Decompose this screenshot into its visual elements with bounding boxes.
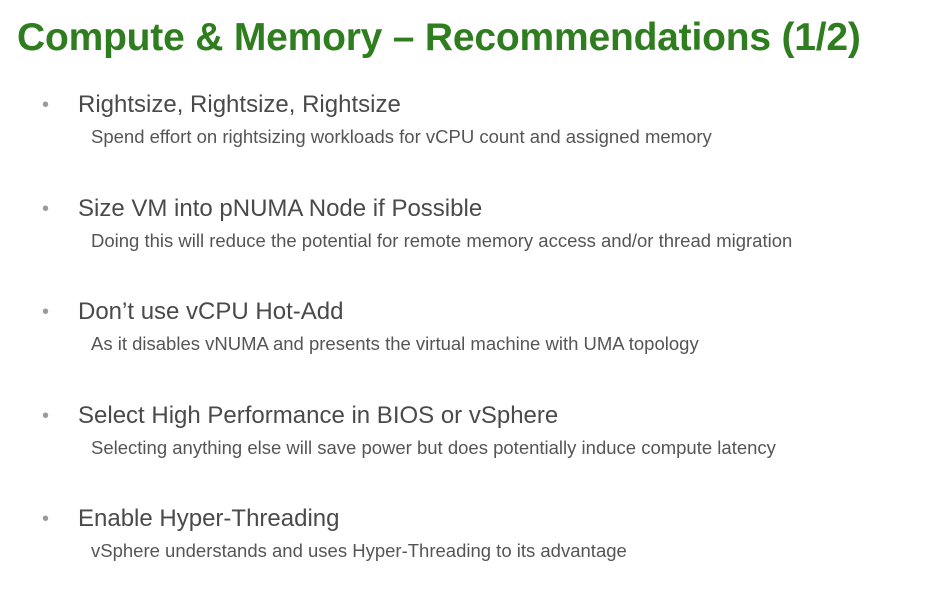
bullet-heading: Select High Performance in BIOS or vSphe… [78,402,559,429]
bullet-subtext: Spend effort on rightsizing workloads fo… [91,126,712,147]
bullet-subtext: Selecting anything else will save power … [91,437,776,458]
bullet-dot-icon: • [42,94,50,116]
bullet-dot-icon: • [42,508,50,530]
bullet-subtext: As it disables vNUMA and presents the vi… [91,333,699,354]
bullet-dot-icon: • [42,405,50,427]
bullet-subtext: Doing this will reduce the potential for… [91,230,793,251]
slide: Compute & Memory – Recommendations (1/2)… [0,0,940,600]
bullet-dot-icon: • [42,301,50,323]
bullet-heading: Don’t use vCPU Hot-Add [78,298,344,325]
bullet-heading: Enable Hyper-Threading [78,505,340,532]
bullet-heading: Rightsize, Rightsize, Rightsize [78,91,401,118]
bullet-list: • Rightsize, Rightsize, Rightsize Spend … [0,0,940,600]
bullet-dot-icon: • [42,198,50,220]
bullet-subtext: vSphere understands and uses Hyper-Threa… [91,540,627,561]
bullet-heading: Size VM into pNUMA Node if Possible [78,195,483,222]
